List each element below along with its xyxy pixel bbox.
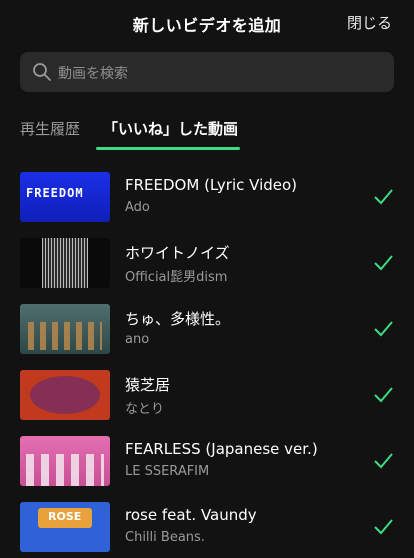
search-input[interactable]: 動画を検索	[58, 63, 128, 83]
thumbnail-text: ROSE	[48, 510, 82, 523]
tab-liked-videos[interactable]: 「いいね」した動画	[103, 118, 238, 139]
video-item[interactable]: ホワイトノイズ Official髭男dism	[0, 236, 414, 292]
video-artist: Chilli Beans.	[125, 530, 205, 545]
checkmark-icon[interactable]	[372, 318, 394, 340]
video-title: ホワイトノイズ	[125, 244, 230, 262]
tab-history[interactable]: 再生履歴	[20, 118, 80, 139]
video-thumbnail	[20, 238, 110, 288]
active-tab-indicator	[96, 147, 240, 150]
video-title: FEARLESS (Japanese ver.)	[125, 440, 318, 458]
video-title: 猿芝居	[125, 376, 171, 394]
checkmark-icon[interactable]	[372, 186, 394, 208]
video-thumbnail	[20, 304, 110, 354]
tab-bar: 再生履歴 「いいね」した動画	[0, 110, 414, 150]
video-artist: Official髭男dism	[125, 270, 228, 285]
video-thumbnail	[20, 436, 110, 486]
video-item[interactable]: ROSE rose feat. Vaundy Chilli Beans.	[0, 500, 414, 556]
search-bar[interactable]: 動画を検索	[20, 52, 394, 92]
video-item[interactable]: FEARLESS (Japanese ver.) LE SSERAFIM	[0, 434, 414, 490]
video-title: rose feat. Vaundy	[125, 506, 257, 524]
video-item[interactable]: ちゅ、多様性。 ano	[0, 302, 414, 358]
video-title: ちゅ、多様性。	[125, 310, 231, 328]
checkmark-icon[interactable]	[372, 450, 394, 472]
video-thumbnail	[20, 370, 110, 420]
checkmark-icon[interactable]	[372, 516, 394, 538]
video-thumbnail: FREEDOM	[20, 172, 110, 222]
video-artist: ano	[125, 332, 150, 347]
video-artist: なとり	[125, 402, 165, 417]
video-thumbnail: ROSE	[20, 502, 110, 552]
checkmark-icon[interactable]	[372, 384, 394, 406]
close-button[interactable]: 閉じる	[347, 12, 392, 33]
search-icon	[33, 63, 51, 81]
video-title: FREEDOM (Lyric Video)	[125, 176, 298, 194]
video-artist: LE SSERAFIM	[125, 464, 210, 479]
header: 新しいビデオを追加 閉じる	[0, 0, 414, 44]
thumbnail-text: FREEDOM	[26, 186, 84, 200]
video-item[interactable]: 猿芝居 なとり	[0, 368, 414, 424]
checkmark-icon[interactable]	[372, 252, 394, 274]
video-artist: Ado	[125, 200, 150, 215]
video-item[interactable]: FREEDOM FREEDOM (Lyric Video) Ado	[0, 170, 414, 226]
